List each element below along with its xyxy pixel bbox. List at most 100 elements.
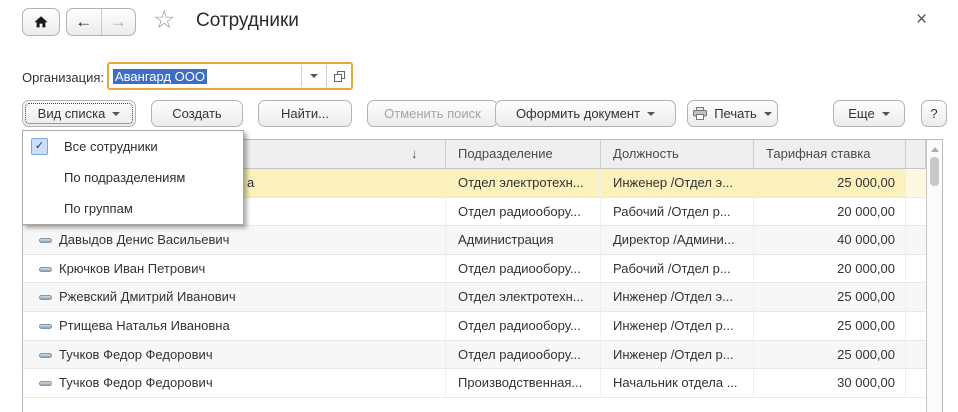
table-row[interactable]: Давыдов Денис Васильевич Администрация Д… <box>23 226 926 255</box>
row-spacer-cell <box>906 255 926 283</box>
home-button[interactable] <box>22 8 60 36</box>
find-button[interactable]: Найти... <box>258 100 352 127</box>
more-button[interactable]: Еще <box>833 100 905 127</box>
organization-open-button[interactable] <box>327 64 351 88</box>
column-header-department[interactable]: Подразделение <box>446 140 601 168</box>
position-cell: Инженер /Отдел э... <box>601 169 754 197</box>
forward-icon: → <box>110 12 127 32</box>
rate-cell: 40 000,00 <box>754 226 906 254</box>
position-cell: Рабочий /Отдел р... <box>601 198 754 226</box>
row-spacer-cell <box>906 198 926 226</box>
table-row[interactable]: Крючков Иван Петрович Отдел радиообору..… <box>23 255 926 284</box>
row-spacer-cell <box>906 283 926 311</box>
chevron-down-icon <box>882 112 890 116</box>
create-button[interactable]: Создать <box>151 100 243 127</box>
chevron-down-icon <box>764 112 772 116</box>
organization-value: Авангард ООО <box>113 69 207 84</box>
position-cell: Директор /Админи... <box>601 226 754 254</box>
position-cell: Инженер /Отдел р... <box>601 341 754 369</box>
position-cell: Рабочий /Отдел р... <box>601 255 754 283</box>
department-cell: Отдел радиообору... <box>446 198 601 226</box>
column-header-rate[interactable]: Тарифная ставка <box>754 140 906 168</box>
close-icon[interactable]: × <box>916 10 927 29</box>
organization-dropdown-button[interactable] <box>302 64 326 88</box>
back-button[interactable]: ← <box>67 9 101 35</box>
department-cell: Отдел радиообору... <box>446 255 601 283</box>
menu-item-all-employees[interactable]: ✓ Все сотрудники <box>23 131 243 162</box>
department-cell: Отдел электротехн... <box>446 169 601 197</box>
table-row[interactable]: Ртищева Наталья Ивановна Отдел радиообор… <box>23 312 926 341</box>
view-list-button[interactable]: Вид списка <box>22 100 136 127</box>
rate-cell: 20 000,00 <box>754 255 906 283</box>
organization-field[interactable]: Авангард ООО <box>107 62 353 90</box>
make-document-button[interactable]: Оформить документ <box>495 100 676 127</box>
department-cell: Отдел электротехн... <box>446 283 601 311</box>
checkmark-icon: ✓ <box>31 138 48 155</box>
find-label: Найти... <box>281 106 329 121</box>
home-icon <box>33 14 49 30</box>
row-spacer-cell <box>906 341 926 369</box>
cancel-search-label: Отменить поиск <box>384 106 481 121</box>
organization-input[interactable]: Авангард ООО <box>109 69 301 84</box>
table-row[interactable]: Тучков Федор Федорович Отдел радиообору.… <box>23 341 926 370</box>
print-button[interactable]: Печать <box>687 100 778 127</box>
rate-cell: 25 000,00 <box>754 341 906 369</box>
rate-cell: 25 000,00 <box>754 312 906 340</box>
employee-icon <box>39 381 52 386</box>
employee-name-cell: Тучков Федор Федорович <box>23 341 446 369</box>
employee-icon <box>39 295 52 300</box>
cancel-search-button: Отменить поиск <box>367 100 498 127</box>
organization-label: Организация: <box>22 70 104 85</box>
employee-name-cell: Давыдов Денис Васильевич <box>23 226 446 254</box>
menu-item-label: Все сотрудники <box>64 139 158 154</box>
page-title: Сотрудники <box>196 10 299 32</box>
menu-item-by-departments[interactable]: По подразделениям <box>23 162 243 193</box>
department-cell: Отдел радиообору... <box>446 312 601 340</box>
more-label: Еще <box>848 106 874 121</box>
chevron-down-icon <box>310 74 318 78</box>
scrollbar-thumb[interactable] <box>930 157 939 186</box>
column-header-spacer <box>906 140 926 168</box>
chevron-down-icon <box>112 112 120 116</box>
table-row[interactable]: Тучков Федор Федорович Производственная.… <box>23 369 926 398</box>
view-list-label: Вид списка <box>38 106 106 121</box>
position-cell: Инженер /Отдел р... <box>601 312 754 340</box>
rate-cell: 25 000,00 <box>754 169 906 197</box>
menu-item-label: По подразделениям <box>64 170 185 185</box>
department-cell: Производственная... <box>446 369 601 397</box>
row-spacer-cell <box>906 312 926 340</box>
rate-cell: 30 000,00 <box>754 369 906 397</box>
back-icon: ← <box>75 12 92 32</box>
position-cell: Начальник отдела ... <box>601 369 754 397</box>
rate-cell: 20 000,00 <box>754 198 906 226</box>
employee-icon <box>39 324 52 329</box>
printer-icon <box>693 107 707 120</box>
menu-item-by-groups[interactable]: По группам <box>23 193 243 224</box>
forward-button[interactable]: → <box>101 9 136 35</box>
employee-name-cell: Ржевский Дмитрий Иванович <box>23 283 446 311</box>
employees-list-window: ← → ☆ Сотрудники × Организация: Авангард… <box>0 0 958 412</box>
row-spacer-cell <box>906 169 926 197</box>
row-spacer-cell <box>906 226 926 254</box>
create-label: Создать <box>172 106 221 121</box>
rate-cell: 25 000,00 <box>754 283 906 311</box>
department-cell: Администрация <box>446 226 601 254</box>
department-cell: Отдел радиообору... <box>446 341 601 369</box>
scroll-up-icon[interactable] <box>931 147 939 152</box>
vertical-scrollbar[interactable] <box>926 140 942 412</box>
employee-icon <box>39 353 52 358</box>
view-list-menu: ✓ Все сотрудники По подразделениям По гр… <box>22 130 244 225</box>
menu-item-label: По группам <box>64 201 133 216</box>
sort-descending-icon[interactable]: ↓ <box>411 140 418 168</box>
position-cell: Инженер /Отдел э... <box>601 283 754 311</box>
employee-icon <box>39 238 52 243</box>
employee-name-cell: Крючков Иван Петрович <box>23 255 446 283</box>
help-button[interactable]: ? <box>921 100 947 127</box>
favorite-star-icon[interactable]: ☆ <box>153 8 175 33</box>
open-form-icon <box>333 70 346 83</box>
make-document-label: Оформить документ <box>516 106 640 121</box>
table-row[interactable]: Ржевский Дмитрий Иванович Отдел электрот… <box>23 283 926 312</box>
chevron-down-icon <box>647 112 655 116</box>
row-spacer-cell <box>906 369 926 397</box>
column-header-position[interactable]: Должность <box>601 140 754 168</box>
